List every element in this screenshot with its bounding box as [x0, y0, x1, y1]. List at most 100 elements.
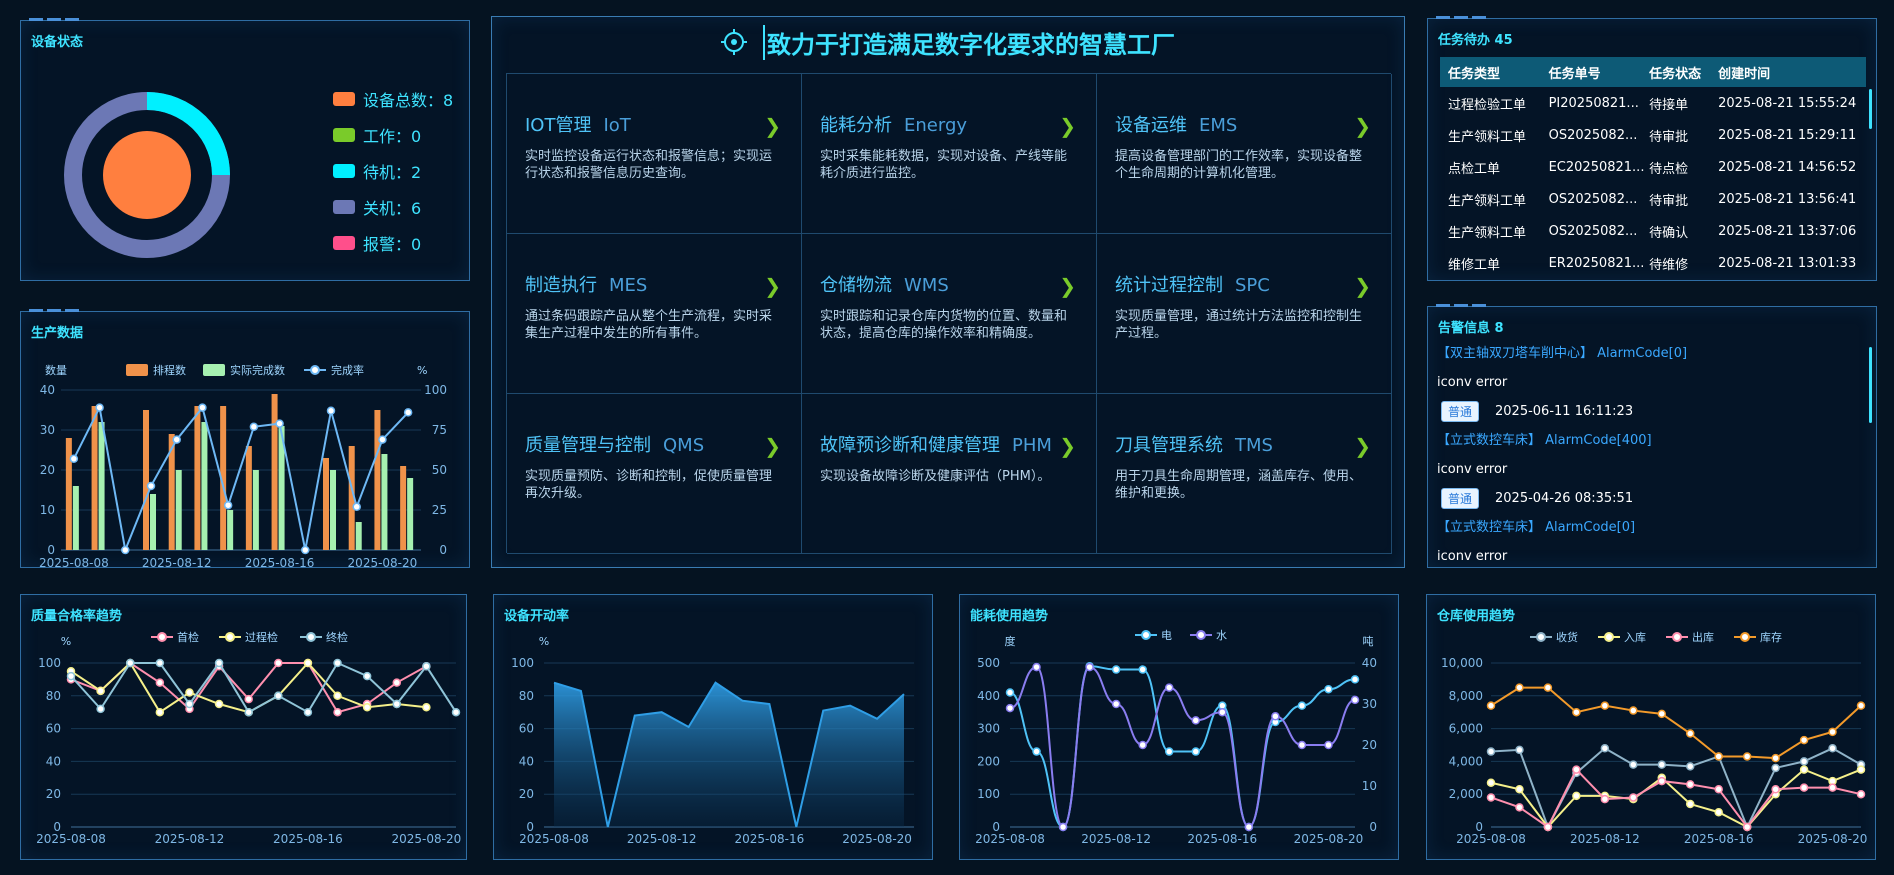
- data-point[interactable]: [333, 707, 342, 717]
- bar-completed[interactable]: [201, 422, 208, 550]
- data-point[interactable]: [1714, 807, 1723, 817]
- data-point[interactable]: [1799, 735, 1809, 745]
- data-point[interactable]: [1350, 695, 1360, 705]
- data-point[interactable]: [1629, 793, 1638, 802]
- chevron-right-icon[interactable]: ❯: [1059, 114, 1076, 138]
- legend-item[interactable]: 终检: [300, 630, 348, 644]
- col-task-status[interactable]: 任务状态: [1649, 63, 1718, 82]
- data-point[interactable]: [275, 419, 284, 428]
- legend-item[interactable]: 完成率: [304, 363, 364, 377]
- bar-completed[interactable]: [72, 486, 79, 550]
- legend-item[interactable]: 库存: [1734, 630, 1782, 644]
- table-row[interactable]: 维修工单 ER20250821... 待维修 2025-08-21 13:01:33: [1440, 247, 1866, 279]
- alarm-source[interactable]: 【立式数控车床】 AlarmCode[0]: [1437, 513, 1857, 542]
- data-point[interactable]: [392, 678, 402, 687]
- bar-scheduled[interactable]: [143, 410, 149, 550]
- data-point[interactable]: [244, 707, 253, 717]
- module-card-iot[interactable]: IOT管理 IoT ❯ 实时监控设备运行状态和报警信息；实现运行状态和报警信息历史查询…: [507, 74, 802, 234]
- alarm-source[interactable]: 【立式数控车床】 AlarmCode[400]: [1437, 426, 1857, 455]
- data-point[interactable]: [1058, 822, 1068, 832]
- legend-item[interactable]: 排程数: [126, 363, 186, 377]
- data-point[interactable]: [274, 658, 283, 668]
- data-point[interactable]: [185, 688, 194, 697]
- data-point[interactable]: [1515, 745, 1524, 755]
- bar-scheduled[interactable]: [65, 438, 72, 550]
- bar-scheduled[interactable]: [374, 410, 381, 550]
- col-created-time[interactable]: 创建时间: [1718, 63, 1866, 82]
- data-point[interactable]: [1657, 709, 1667, 719]
- data-point[interactable]: [198, 403, 207, 412]
- data-point[interactable]: [155, 707, 165, 717]
- legend-item[interactable]: 出库: [1666, 630, 1714, 644]
- chevron-right-icon[interactable]: ❯: [764, 434, 781, 458]
- data-point[interactable]: [1828, 727, 1837, 737]
- data-point[interactable]: [214, 699, 224, 709]
- data-point[interactable]: [1138, 740, 1147, 750]
- data-point[interactable]: [1543, 683, 1553, 692]
- bar-scheduled[interactable]: [194, 406, 201, 550]
- data-point[interactable]: [1799, 757, 1809, 766]
- data-point[interactable]: [1572, 791, 1581, 801]
- data-point[interactable]: [1629, 706, 1638, 715]
- chevron-right-icon[interactable]: ❯: [764, 274, 781, 298]
- chevron-right-icon[interactable]: ❯: [1354, 434, 1371, 458]
- data-point[interactable]: [403, 408, 413, 417]
- data-point[interactable]: [1572, 765, 1581, 774]
- data-point[interactable]: [1828, 744, 1837, 753]
- data-point[interactable]: [1515, 803, 1524, 812]
- bar-completed[interactable]: [381, 454, 388, 550]
- data-point[interactable]: [1657, 776, 1667, 786]
- bar-completed[interactable]: [227, 510, 234, 550]
- module-card-wms[interactable]: 仓储物流 WMS ❯ 实时跟踪和记录仓库内货物的位置、数量和状态，提高仓库的操作效率和…: [802, 234, 1097, 394]
- data-point[interactable]: [1486, 778, 1496, 787]
- data-point[interactable]: [1218, 707, 1227, 717]
- data-point[interactable]: [392, 699, 402, 709]
- bar-completed[interactable]: [150, 494, 156, 550]
- data-point[interactable]: [1032, 747, 1041, 756]
- data-point[interactable]: [1685, 799, 1695, 809]
- data-point[interactable]: [1005, 688, 1015, 697]
- data-point[interactable]: [1324, 740, 1333, 750]
- chevron-right-icon[interactable]: ❯: [1059, 274, 1076, 298]
- data-point[interactable]: [244, 694, 253, 704]
- data-point[interactable]: [303, 658, 313, 668]
- data-point[interactable]: [1324, 684, 1333, 694]
- data-point[interactable]: [1600, 794, 1610, 804]
- module-card-spc[interactable]: 统计过程控制 SPC ❯ 实现质量管理，通过统计方法监控和控制生产过程。: [1097, 234, 1392, 394]
- tasks-scrollbar[interactable]: [1869, 89, 1872, 129]
- legend-item[interactable]: 水: [1190, 629, 1227, 642]
- legend-item[interactable]: 过程检: [219, 630, 278, 644]
- data-point[interactable]: [1486, 793, 1496, 802]
- legend-item[interactable]: 收货: [1530, 630, 1578, 644]
- data-point[interactable]: [1742, 752, 1752, 761]
- module-card-qms[interactable]: 质量管理与控制 QMS ❯ 实现质量预防、诊断和控制，促使质量管理再次升级。: [507, 394, 802, 554]
- data-point[interactable]: [1138, 665, 1147, 674]
- data-point[interactable]: [1799, 765, 1809, 774]
- col-task-type[interactable]: 任务类型: [1440, 63, 1545, 82]
- data-point[interactable]: [1572, 707, 1581, 717]
- data-point[interactable]: [1629, 760, 1638, 769]
- data-point[interactable]: [1297, 740, 1307, 750]
- legend-item[interactable]: 电: [1135, 629, 1172, 642]
- bar-completed[interactable]: [252, 470, 259, 550]
- data-point[interactable]: [303, 707, 313, 717]
- data-point[interactable]: [362, 671, 372, 681]
- data-point[interactable]: [1164, 683, 1174, 692]
- bar-completed[interactable]: [407, 478, 414, 550]
- data-point[interactable]: [1164, 747, 1174, 756]
- data-point[interactable]: [1543, 822, 1553, 832]
- data-point[interactable]: [1799, 783, 1809, 792]
- bar-scheduled[interactable]: [271, 394, 278, 550]
- data-point[interactable]: [1085, 662, 1094, 672]
- data-point[interactable]: [223, 500, 233, 510]
- module-card-phm[interactable]: 故障预诊断和健康管理 PHM ❯ 实现设备故障诊断及健康评估（PHM）。: [802, 394, 1097, 554]
- data-point[interactable]: [66, 671, 76, 681]
- data-point[interactable]: [422, 662, 431, 671]
- data-point[interactable]: [1032, 662, 1041, 672]
- table-row[interactable]: 点检工单 EC20250821... 待点检 2025-08-21 14:56:52: [1440, 151, 1866, 183]
- bar-completed[interactable]: [98, 422, 105, 550]
- module-card-energy[interactable]: 能耗分析 Energy ❯ 实时采集能耗数据，实现对设备、产线等能耗介质进行监控。: [802, 74, 1097, 234]
- module-card-mes[interactable]: 制造执行 MES ❯ 通过条码跟踪产品从整个生产流程，实时采集生产过程中发生的所有事件…: [507, 234, 802, 394]
- data-point[interactable]: [1486, 747, 1496, 756]
- data-point[interactable]: [1111, 665, 1121, 674]
